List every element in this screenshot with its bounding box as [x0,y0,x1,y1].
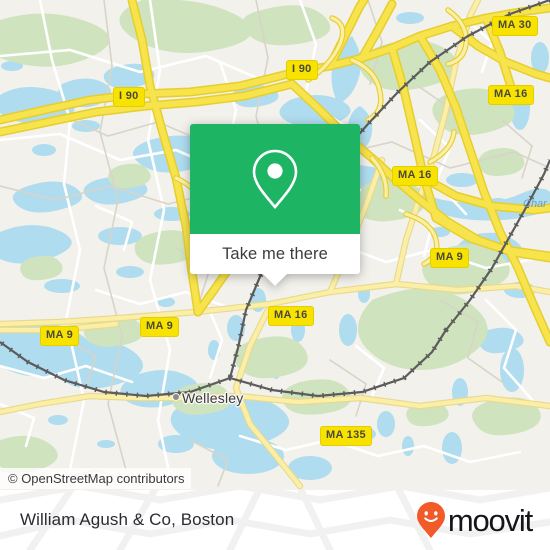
moovit-wordmark: moovit [447,502,533,538]
place-marker-dot [172,393,180,401]
popup-pointer-tail [262,273,288,286]
moovit-brand[interactable]: moovit [416,501,533,539]
highway-shield: MA 135 [320,426,372,446]
highway-shield: MA 16 [392,166,438,186]
place-title: William Agush & Co, Boston [20,510,235,529]
popup-action-bar[interactable]: Take me there [190,234,360,286]
highway-shield: MA 9 [430,248,470,268]
location-popup-card[interactable]: Take me there [190,124,360,286]
highway-shield: MA 30 [492,16,538,36]
highway-shield: MA 16 [488,85,534,105]
footer-content: William Agush & Co, Boston moovit [0,490,550,550]
take-me-there-label: Take me there [222,244,328,263]
highway-shield: MA 16 [268,306,314,326]
popup-header [190,124,360,234]
map-pin-icon [252,149,298,210]
moovit-location-card: I 90 MA 30 MA 16 I 90 MA 16 MA 9 MA 16 M… [0,0,550,550]
highway-shield: I 90 [113,87,145,107]
highway-shield: I 90 [286,60,318,80]
map-canvas[interactable]: I 90 MA 30 MA 16 I 90 MA 16 MA 9 MA 16 M… [0,0,550,490]
moovit-smiley-pin-icon [416,502,445,538]
highway-shield: MA 9 [40,326,80,346]
footer-bar: William Agush & Co, Boston moovit [0,490,550,550]
highway-shield: MA 9 [140,317,180,337]
